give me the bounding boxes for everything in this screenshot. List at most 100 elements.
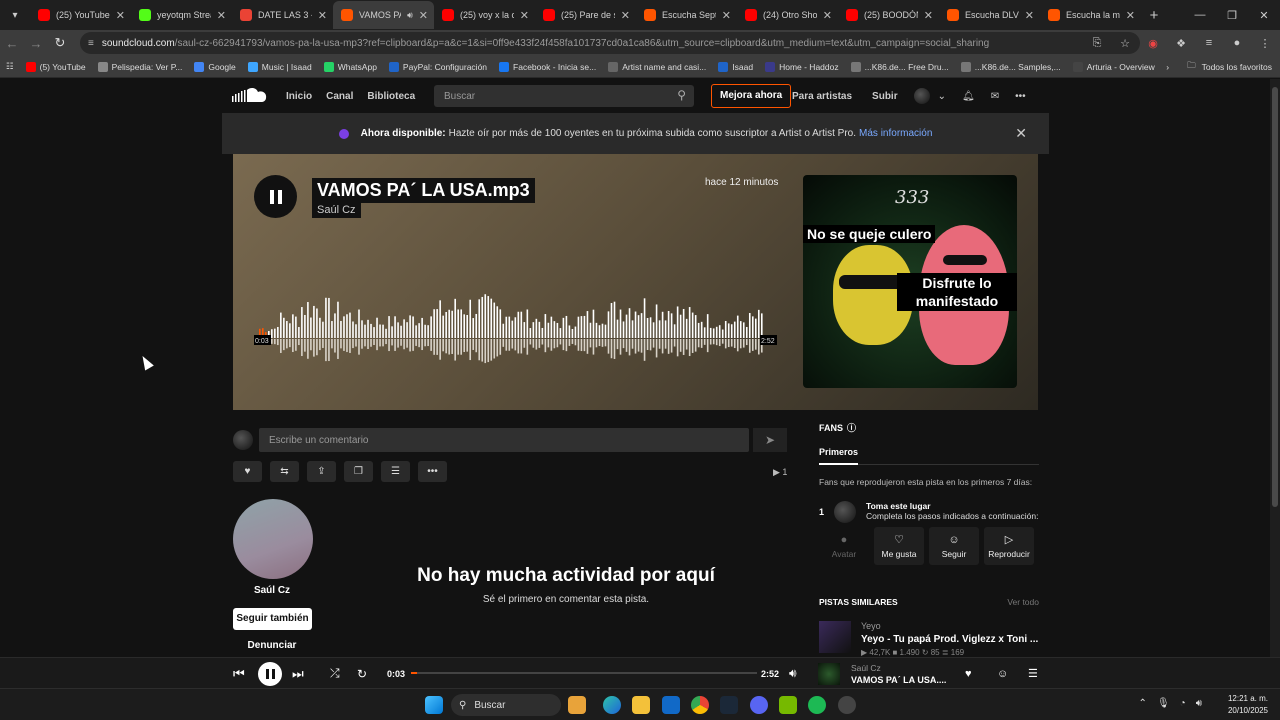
media-control-icon[interactable]: ≡ <box>1200 34 1218 52</box>
browser-tab[interactable]: (24) Otro Shot ✕ <box>737 1 838 29</box>
tab-close-icon[interactable]: ✕ <box>722 9 731 22</box>
player-pause-button[interactable] <box>258 658 282 689</box>
nav-biblioteca[interactable]: Biblioteca <box>367 91 415 102</box>
install-icon[interactable]: ⎘ <box>1088 34 1106 52</box>
notifications-icon[interactable]: 🔔︎ <box>962 91 975 102</box>
report-link[interactable]: Denunciar <box>233 640 311 651</box>
clock[interactable]: 12:21 a. m. 20/10/2025 <box>1228 693 1268 717</box>
discord-icon[interactable] <box>750 696 768 714</box>
like-button[interactable]: ♥ <box>233 461 262 482</box>
similar-track-item[interactable]: Yeyo Yeyo - Tu papá Prod. Viglezz x Toni… <box>819 621 1039 657</box>
browser-tab[interactable]: Escucha la mús ✕ <box>1040 1 1141 29</box>
tab-close-icon[interactable]: ✕ <box>823 9 832 22</box>
follow-step-button[interactable]: ☺ Seguir <box>929 527 979 565</box>
microphone-icon[interactable]: 🎙︎ <box>1157 698 1170 709</box>
browser-tab[interactable]: Escucha DLV d ✕ <box>939 1 1040 29</box>
tab-search-icon[interactable]: ▾ <box>4 4 26 26</box>
browser-tab[interactable]: (25) BOODÓN ✕ <box>838 1 939 29</box>
volume-icon[interactable]: 🔊︎ <box>789 658 797 689</box>
waveform[interactable]: 0:03 2:52 <box>254 294 779 364</box>
artist-avatar[interactable] <box>233 499 313 579</box>
player-like-icon[interactable]: ♥ <box>965 658 972 689</box>
tab-audio-icon[interactable]: 🔊︎ <box>407 10 413 21</box>
bookmark-item[interactable]: WhatsApp <box>318 61 383 72</box>
speaker-icon[interactable]: 🔊︎ <box>1196 698 1202 709</box>
player-follow-icon[interactable]: ☺ <box>997 658 1008 689</box>
follow-button[interactable]: Seguir también <box>233 608 312 630</box>
more-icon[interactable]: ••• <box>1015 91 1026 102</box>
close-window-icon[interactable]: ✕ <box>1248 9 1280 22</box>
previous-icon[interactable]: ⏮︎ <box>233 658 245 689</box>
bookmark-item[interactable]: Music | Isaad <box>242 61 318 72</box>
next-icon[interactable]: ⏭︎ <box>292 658 304 689</box>
bookmark-item[interactable]: ...K86.de... Samples,... <box>955 61 1067 72</box>
copy-link-button[interactable]: ❐ <box>344 461 373 482</box>
messages-icon[interactable]: ✉ <box>991 91 999 102</box>
bookmark-item[interactable]: Arturia - Overview <box>1067 61 1161 72</box>
nav-inicio[interactable]: Inicio <box>286 91 312 102</box>
edge-icon[interactable] <box>603 696 621 714</box>
browser-tab[interactable]: yeyotqm Stream ✕ <box>131 1 232 29</box>
tab-primeros[interactable]: Primeros <box>819 447 859 465</box>
browser-tab[interactable]: VAMOS PA´ LA 🔊︎ ✕ <box>333 1 434 29</box>
search-icon[interactable]: ⚲ <box>677 88 686 102</box>
bookmark-item[interactable]: Facebook - Inicia se... <box>493 61 602 72</box>
tab-close-icon[interactable]: ✕ <box>1025 9 1034 22</box>
comment-input[interactable]: Escribe un comentario <box>259 428 749 452</box>
search-input[interactable]: Buscar ⚲ <box>434 85 694 107</box>
tab-close-icon[interactable]: ✕ <box>116 9 125 22</box>
all-bookmarks-link[interactable]: Todos los favoritos <box>1202 62 1272 72</box>
play-step-button[interactable]: ▷ Reproducir <box>984 527 1034 565</box>
outlook-icon[interactable] <box>662 696 680 714</box>
bookmark-item[interactable]: Home - Haddoz <box>759 61 845 72</box>
spotify-icon[interactable] <box>808 696 826 714</box>
pause-button[interactable] <box>254 175 297 218</box>
tray-chevron-icon[interactable]: ⌃ <box>1139 698 1147 709</box>
shuffle-icon[interactable]: ⤮ <box>330 658 340 689</box>
upgrade-button[interactable]: Mejora ahora <box>711 84 792 108</box>
repeat-icon[interactable]: ↻ <box>357 658 367 689</box>
see-all-link[interactable]: Ver todo <box>1007 597 1039 607</box>
nav-canal[interactable]: Canal <box>326 91 353 102</box>
tab-close-icon[interactable]: ✕ <box>621 9 630 22</box>
site-info-icon[interactable]: ≡ <box>88 38 94 49</box>
more-actions-button[interactable]: ••• <box>418 461 447 482</box>
share-button[interactable]: ⇪ <box>307 461 336 482</box>
menu-icon[interactable]: ⋮ <box>1256 34 1274 52</box>
similar-track-title[interactable]: Yeyo - Tu papá Prod. Viglezz x Toni ... <box>861 634 1038 645</box>
more-bookmarks-icon[interactable]: › <box>1166 62 1169 72</box>
chrome-icon[interactable] <box>691 696 709 714</box>
chevron-down-icon[interactable]: ⌄ <box>938 91 946 102</box>
extensions-icon[interactable]: ❖ <box>1172 34 1190 52</box>
restore-icon[interactable]: ❐ <box>1216 9 1248 22</box>
new-tab-button[interactable]: + <box>1141 7 1167 24</box>
minimize-icon[interactable]: — <box>1184 9 1216 21</box>
for-artists-link[interactable]: Para artistas <box>792 91 852 102</box>
bookmark-item[interactable]: PayPal: Configuración <box>383 61 493 72</box>
bookmark-star-icon[interactable]: ☆ <box>1116 34 1134 52</box>
browser-tab[interactable]: (25) YouTube ✕ <box>30 1 131 29</box>
upload-link[interactable]: Subir <box>872 91 898 102</box>
taskbar-search[interactable]: ⚲ Buscar <box>451 694 561 716</box>
banner-more-link[interactable]: Más información <box>859 128 932 139</box>
page-scrollbar[interactable] <box>1270 79 1280 657</box>
add-to-playlist-button[interactable]: ☰ <box>381 461 410 482</box>
queue-icon[interactable]: ☰ <box>1028 658 1038 689</box>
bookmark-item[interactable]: ...K86.de... Free Dru... <box>845 61 955 72</box>
bookmark-item[interactable]: (5) YouTube <box>20 61 92 72</box>
like-step-button[interactable]: ♡ Me gusta <box>874 527 924 565</box>
bookmark-item[interactable]: Pelispedia: Ver P... <box>92 61 189 72</box>
profile-icon[interactable]: ● <box>1228 34 1246 52</box>
browser-tab[interactable]: DATE LAS 3 - de ✕ <box>232 1 333 29</box>
send-icon[interactable]: ➤ <box>753 428 787 452</box>
close-icon[interactable]: ✕ <box>1015 125 1027 142</box>
bookmark-item[interactable]: Isaad <box>712 61 759 72</box>
tab-close-icon[interactable]: ✕ <box>217 9 226 22</box>
record-icon[interactable]: ◉ <box>1144 34 1162 52</box>
back-icon[interactable]: ← <box>0 36 24 51</box>
repost-button[interactable]: ⇆ <box>270 461 299 482</box>
track-artist-link[interactable]: Saúl Cz <box>312 202 361 218</box>
widgets-icon[interactable] <box>568 696 586 714</box>
now-playing-title[interactable]: VAMOS PA´ LA USA.... <box>851 675 946 685</box>
browser-tab[interactable]: (25) Pare de su ✕ <box>535 1 636 29</box>
